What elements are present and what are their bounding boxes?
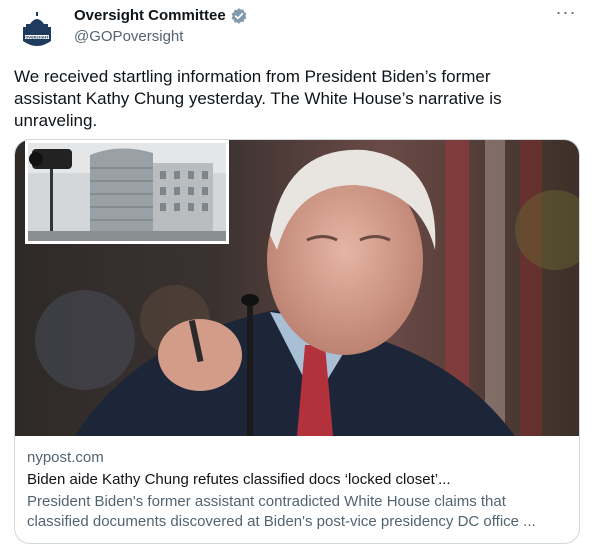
verified-badge-icon [230, 7, 248, 25]
capitol-seal-icon: OVERSIGHT [14, 9, 60, 55]
account-handle[interactable]: @GOPoversight [74, 27, 183, 47]
card-description-line: classified documents discovered at Biden… [27, 513, 536, 530]
account-name[interactable]: Oversight Committee [74, 6, 248, 26]
tweet-text: We received startling information from P… [14, 67, 502, 130]
tweet[interactable]: OVERSIGHT Oversight Committee @GOPoversi… [0, 0, 600, 557]
link-card[interactable]: nypost.com Biden aide Kathy Chung refute… [14, 139, 580, 544]
account-name-text[interactable]: Oversight Committee [74, 6, 226, 26]
card-description-line: President Biden's former assistant contr… [27, 493, 506, 510]
card-title[interactable]: Biden aide Kathy Chung refutes classifie… [27, 470, 567, 490]
avatar-text: OVERSIGHT [25, 35, 49, 39]
card-inset-photo [25, 140, 229, 244]
avatar[interactable]: OVERSIGHT [14, 9, 60, 55]
card-image[interactable] [15, 140, 579, 436]
more-horizontal-icon[interactable]: ··· [554, 3, 578, 28]
card-body[interactable]: nypost.com Biden aide Kathy Chung refute… [15, 436, 579, 532]
card-domain: nypost.com [27, 449, 104, 466]
card-description: President Biden's former assistant contr… [27, 492, 567, 532]
